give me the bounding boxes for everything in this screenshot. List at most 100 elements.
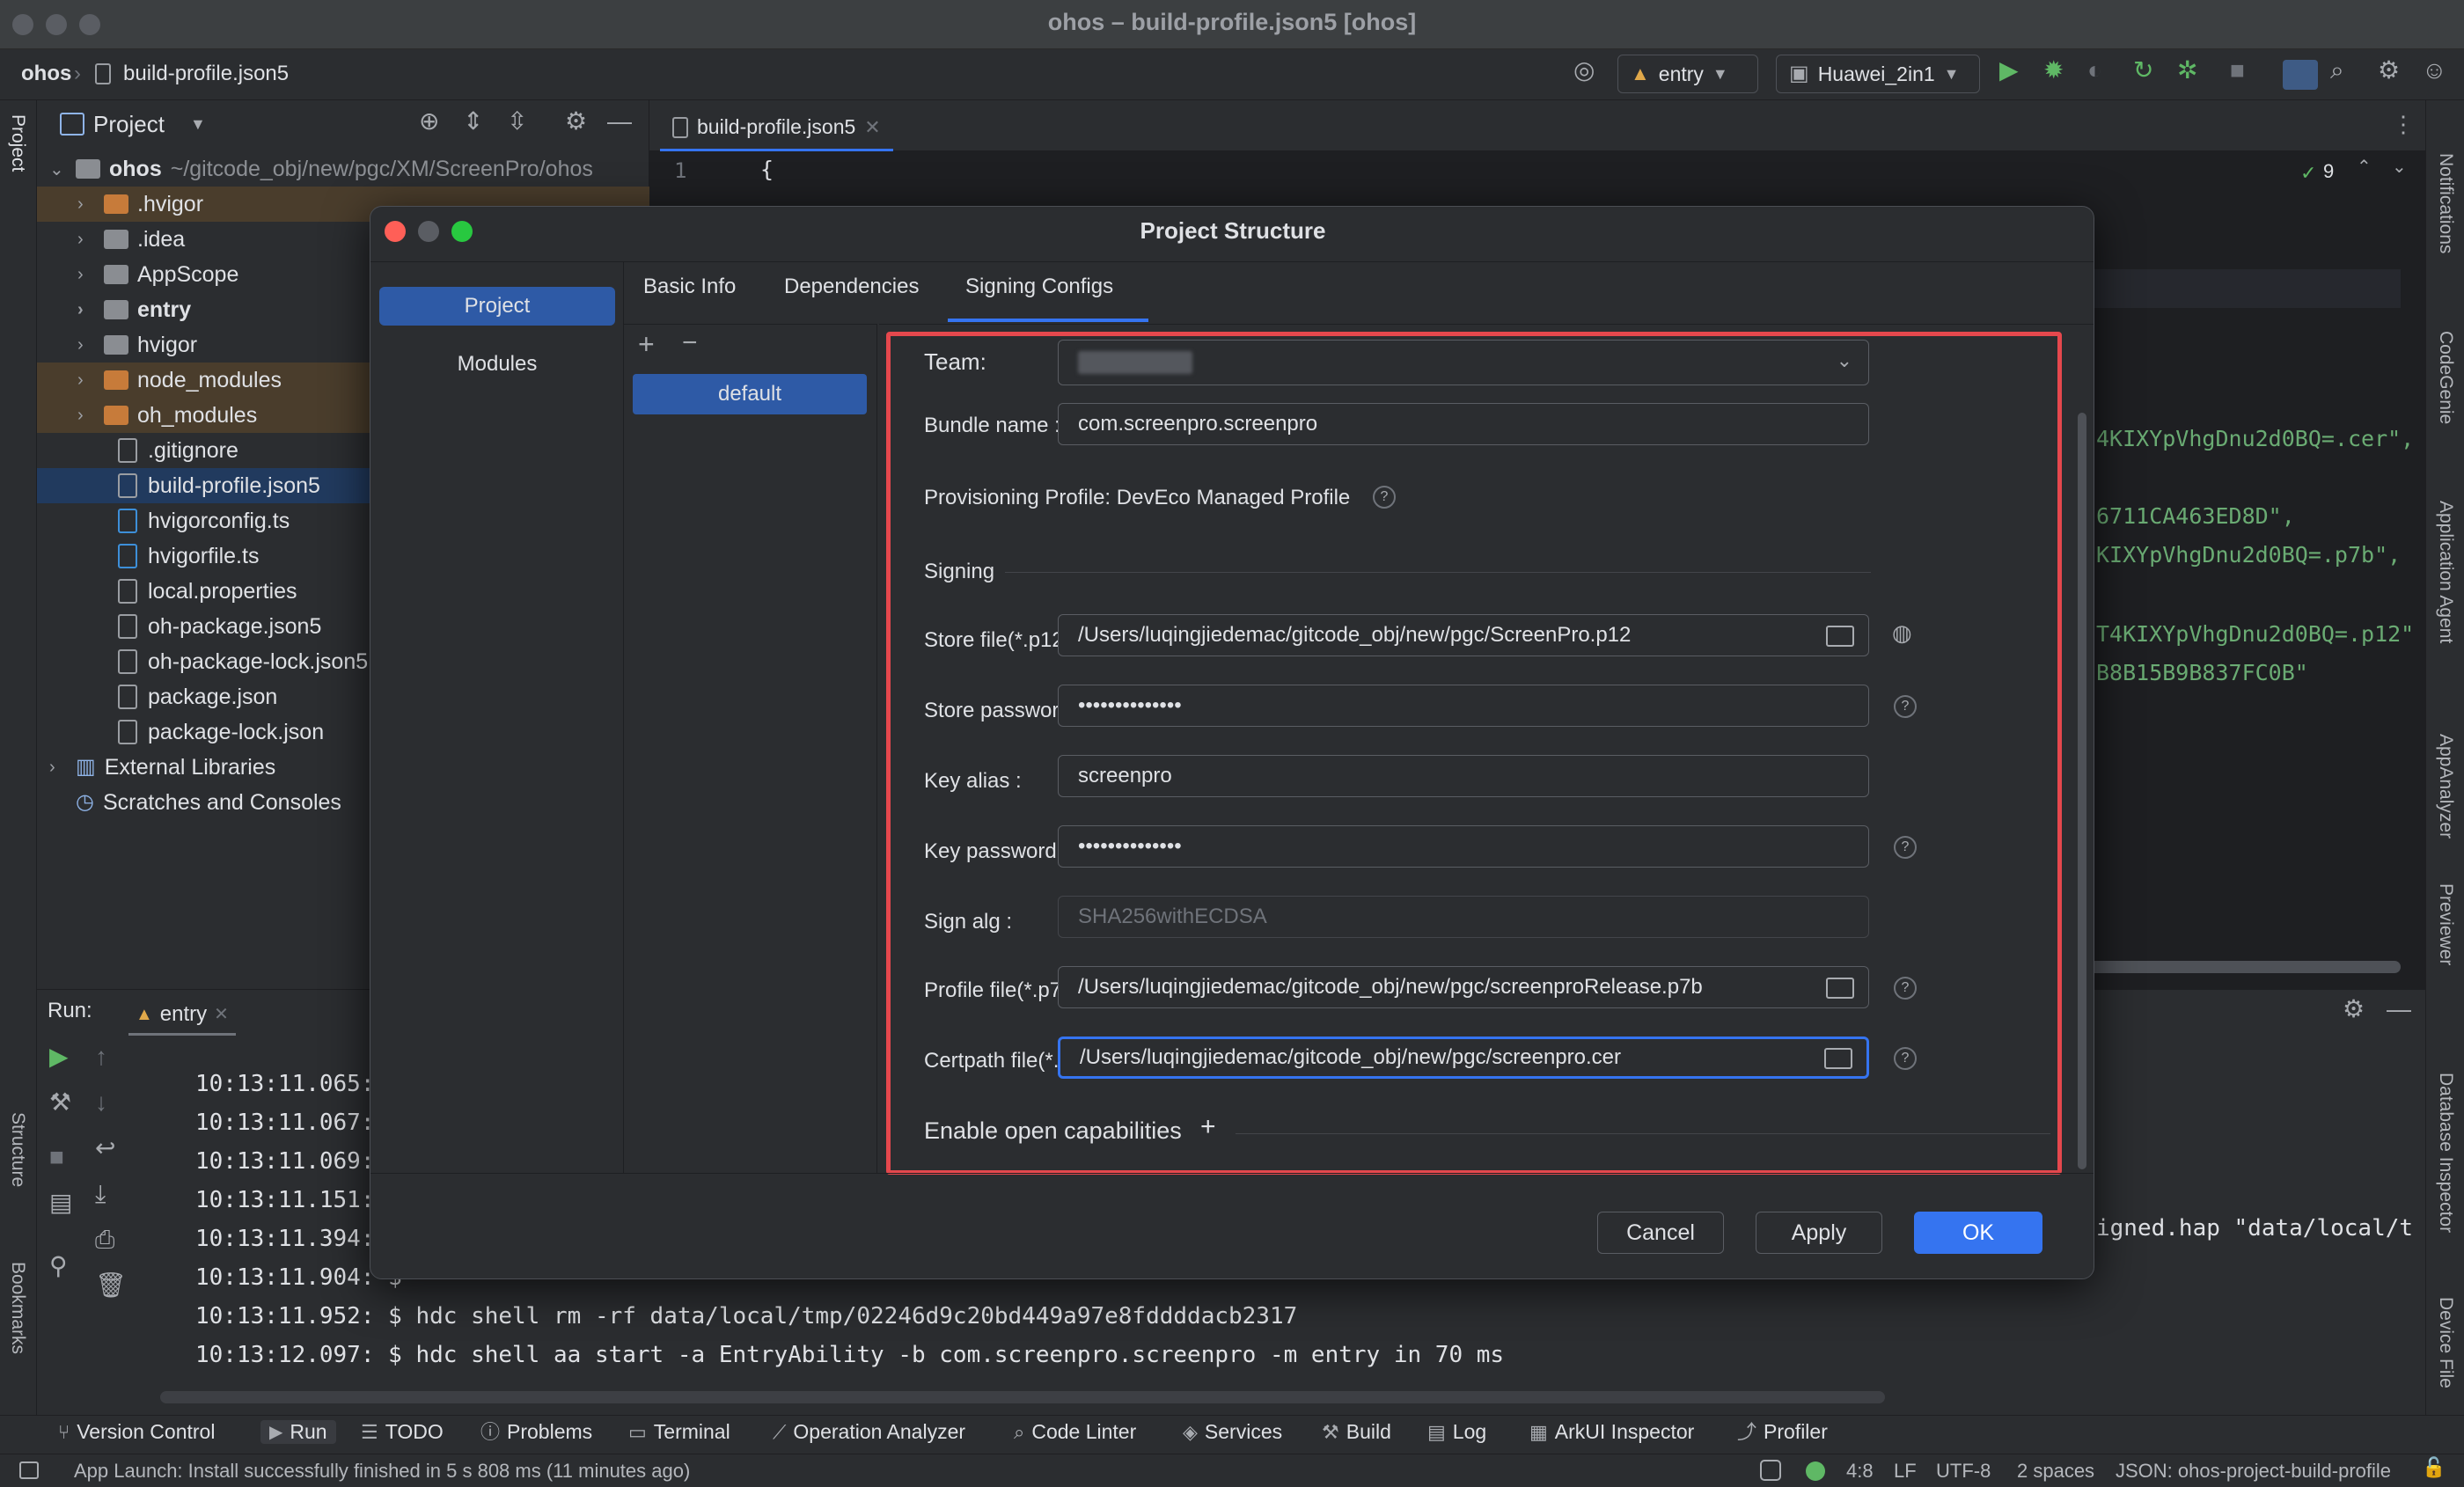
key-password-field[interactable]: •••••••••••••• (1058, 825, 1869, 868)
run-config-select[interactable]: ▲ entry ▼ (1617, 55, 1758, 93)
indent-setting[interactable]: 2 spaces (2017, 1460, 2094, 1483)
add-icon[interactable]: + (1200, 1114, 1216, 1140)
pin-icon[interactable]: ⚲ (49, 1254, 68, 1278)
debug-icon[interactable]: ✹ (2043, 58, 2064, 83)
tab-basic-info[interactable]: Basic Info (643, 275, 736, 299)
panel-toggle-icon[interactable] (19, 1461, 39, 1479)
bookmarks-tool-button[interactable]: Bookmarks (7, 1262, 28, 1354)
inspection-count[interactable]: 9 (2323, 160, 2334, 183)
folder-icon[interactable] (1826, 978, 1854, 999)
services-tab[interactable]: ◈ Services (1183, 1420, 1282, 1444)
horizontal-scrollbar[interactable] (2049, 961, 2401, 973)
device-file-tool-button[interactable]: Device File (2435, 1297, 2456, 1388)
search-icon[interactable]: ⌕ (2330, 58, 2344, 83)
todo-tab[interactable]: ☰ TODO (361, 1420, 444, 1444)
chevron-up-icon[interactable]: ⌃ (2357, 158, 2372, 176)
profile-icon[interactable]: ✲ (2177, 58, 2197, 83)
stop-icon[interactable]: ■ (49, 1145, 64, 1169)
run-tool-tab[interactable]: ▶ Run (260, 1420, 336, 1444)
help-icon[interactable]: ? (1894, 836, 1917, 859)
close-icon[interactable]: ✕ (214, 1003, 229, 1025)
team-select[interactable]: ⌄ (1058, 340, 1869, 385)
status-indicator-icon[interactable] (1806, 1461, 1825, 1481)
rerun-icon[interactable]: ▶ (49, 1044, 69, 1069)
problems-tab[interactable]: ⓘ Problems (480, 1420, 592, 1444)
wrench-icon[interactable]: ⚒ (49, 1090, 71, 1115)
build-tab[interactable]: ⚒ Build (1322, 1420, 1391, 1444)
run-tab[interactable]: ▲ entry ✕ (128, 995, 236, 1036)
run-icon[interactable]: ▶ (1999, 58, 2019, 83)
json-schema[interactable]: JSON: ohos-project-build-profile (2116, 1460, 2391, 1483)
notifications-tool-button[interactable]: Notifications (2435, 153, 2456, 253)
vertical-scrollbar[interactable] (2078, 413, 2086, 1169)
status-message[interactable]: App Launch: Install successfully finishe… (74, 1460, 690, 1483)
stop-icon[interactable]: ■ (2230, 58, 2245, 83)
attach-debugger-icon[interactable]: ◐ (2087, 58, 2102, 83)
code-linter-tab[interactable]: ⌕ Code Linter (1014, 1420, 1136, 1444)
help-icon[interactable]: ? (1373, 486, 1396, 509)
lock-icon[interactable]: 🔓 (2422, 1458, 2446, 1477)
ok-button[interactable]: OK (1914, 1212, 2042, 1254)
more-icon[interactable]: ⋮ (2392, 113, 2415, 136)
terminal-tab[interactable]: ▭ Terminal (628, 1420, 730, 1444)
gear-icon[interactable]: ⚙ (2378, 58, 2400, 83)
folder-icon[interactable] (1824, 1048, 1852, 1069)
scroll-down-icon[interactable]: ↓ (95, 1090, 107, 1115)
certpath-file-field[interactable]: /Users/luqingjiedemac/gitcode_obj/new/pg… (1058, 1037, 1869, 1079)
bundle-name-field[interactable]: com.screenpro.screenpro (1058, 403, 1869, 445)
appanalyzer-tool-button[interactable]: AppAnalyzer (2435, 734, 2456, 839)
help-icon[interactable]: ? (1894, 1047, 1917, 1070)
profiler-tab[interactable]: ⤴ Profiler (1737, 1420, 1828, 1444)
application-agent-tool-button[interactable]: Application Agent (2435, 501, 2456, 643)
tab-signing-configs[interactable]: Signing Configs (965, 275, 1113, 299)
tab-dependencies[interactable]: Dependencies (784, 275, 919, 299)
key-alias-field[interactable]: screenpro (1058, 755, 1869, 797)
project-structure-icon[interactable] (2283, 60, 2318, 90)
collapse-all-icon[interactable]: ⇳ (507, 109, 527, 134)
help-icon[interactable]: ? (1894, 977, 1917, 1000)
gear-icon[interactable]: ⚙ (565, 109, 587, 134)
sidebar-item-project[interactable]: Project (379, 287, 615, 326)
store-file-field[interactable]: /Users/luqingjiedemac/gitcode_obj/new/pg… (1058, 614, 1869, 656)
scroll-up-icon[interactable]: ↑ (95, 1044, 107, 1069)
breadcrumb-project[interactable]: ohos (21, 62, 71, 86)
add-icon[interactable]: + (638, 330, 655, 358)
structure-tool-button[interactable]: Structure (7, 1112, 28, 1187)
folder-icon[interactable] (1826, 626, 1854, 647)
locate-file-icon[interactable]: ⊕ (419, 109, 439, 134)
tree-root[interactable]: ⌄ ohos ~/gitcode_obj/new/pgc/XM/ScreenPr… (37, 151, 649, 187)
print-icon[interactable]: ⎙ (95, 1227, 114, 1252)
editor-tab[interactable]: build-profile.json5 ✕ (660, 106, 893, 151)
codegenie-status-icon[interactable] (1760, 1460, 1781, 1481)
cursor-position[interactable]: 4:8 (1846, 1460, 1874, 1483)
sidebar-item-modules[interactable]: Modules (379, 345, 615, 384)
previewer-tool-button[interactable]: Previewer (2435, 883, 2456, 965)
chevron-down-icon[interactable]: ▼ (190, 116, 206, 132)
device-select[interactable]: ▣ Huawei_2in1 ▼ (1776, 55, 1980, 93)
file-encoding[interactable]: UTF-8 (1936, 1460, 1991, 1483)
breadcrumb-file[interactable]: build-profile.json5 (123, 62, 289, 86)
account-icon[interactable]: ☺ (2422, 58, 2447, 83)
horizontal-scrollbar[interactable] (160, 1391, 1885, 1403)
target-icon[interactable]: ◎ (1573, 58, 1595, 83)
profile-file-field[interactable]: /Users/luqingjiedemac/gitcode_obj/new/pg… (1058, 966, 1869, 1008)
apply-button[interactable]: Apply (1756, 1212, 1882, 1254)
line-separator[interactable]: LF (1894, 1460, 1917, 1483)
trash-icon[interactable]: 🗑 (95, 1273, 127, 1298)
hide-panel-icon[interactable]: — (607, 109, 632, 134)
hide-panel-icon[interactable]: — (2387, 997, 2411, 1022)
project-tool-button[interactable]: Project (7, 114, 28, 172)
fingerprint-icon[interactable]: ◍ (1892, 621, 1912, 644)
config-item-default[interactable]: default (633, 374, 867, 414)
help-icon[interactable]: ? (1894, 695, 1917, 718)
chevron-down-icon[interactable]: ⌄ (2392, 158, 2407, 176)
gear-icon[interactable]: ⚙ (2343, 997, 2365, 1022)
log-tab[interactable]: ▤ Log (1427, 1420, 1486, 1444)
version-control-tab[interactable]: ⑂ Version Control (58, 1420, 215, 1444)
operation-analyzer-tab[interactable]: ⟋ Operation Analyzer (773, 1420, 965, 1444)
soft-wrap-icon[interactable]: ↩ (95, 1136, 115, 1161)
enable-open-capabilities[interactable]: Enable open capabilities (924, 1117, 1182, 1145)
scroll-end-icon[interactable]: ⤓ (95, 1182, 106, 1206)
apply-changes-icon[interactable]: ↻ (2133, 58, 2153, 83)
remove-icon[interactable]: − (682, 330, 698, 356)
